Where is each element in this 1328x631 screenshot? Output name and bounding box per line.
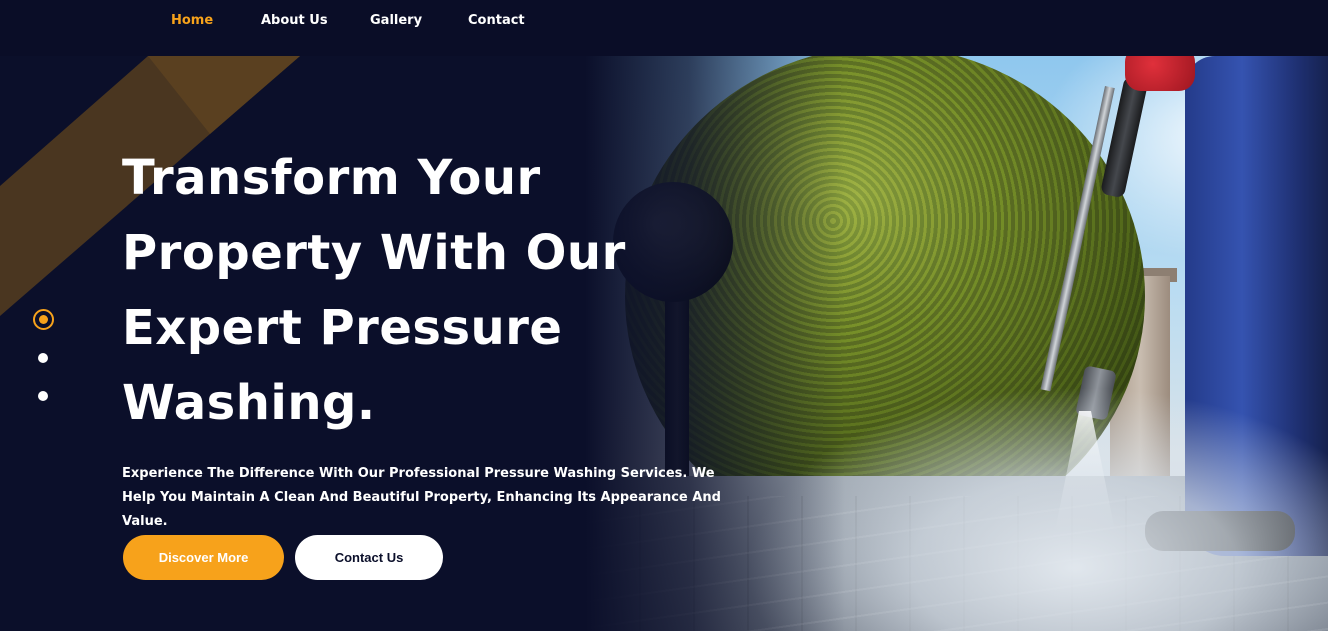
hero-photo-pressure-washing bbox=[585, 56, 1328, 631]
top-navigation: Home About Us Gallery Contact bbox=[0, 0, 1328, 56]
nav-item-gallery[interactable]: Gallery bbox=[370, 13, 422, 28]
hero-subtext: Experience The Difference With Our Profe… bbox=[122, 466, 721, 529]
nav-item-about-us[interactable]: About Us bbox=[261, 13, 328, 28]
contact-us-button[interactable]: Contact Us bbox=[295, 535, 443, 580]
nav-item-contact[interactable]: Contact bbox=[468, 13, 525, 28]
hero-section: Transform Your Property With Our Expert … bbox=[0, 56, 1328, 631]
slider-dot-1-inner bbox=[39, 315, 48, 324]
nav-item-home[interactable]: Home bbox=[171, 13, 213, 28]
hero-headline: Transform Your Property With Our Expert … bbox=[122, 150, 626, 431]
slider-dot-1-active[interactable] bbox=[33, 309, 54, 330]
photo-red-glove bbox=[1125, 56, 1195, 91]
slider-dot-2[interactable] bbox=[38, 353, 48, 363]
slider-dot-3[interactable] bbox=[38, 391, 48, 401]
discover-more-button[interactable]: Discover More bbox=[123, 535, 284, 580]
